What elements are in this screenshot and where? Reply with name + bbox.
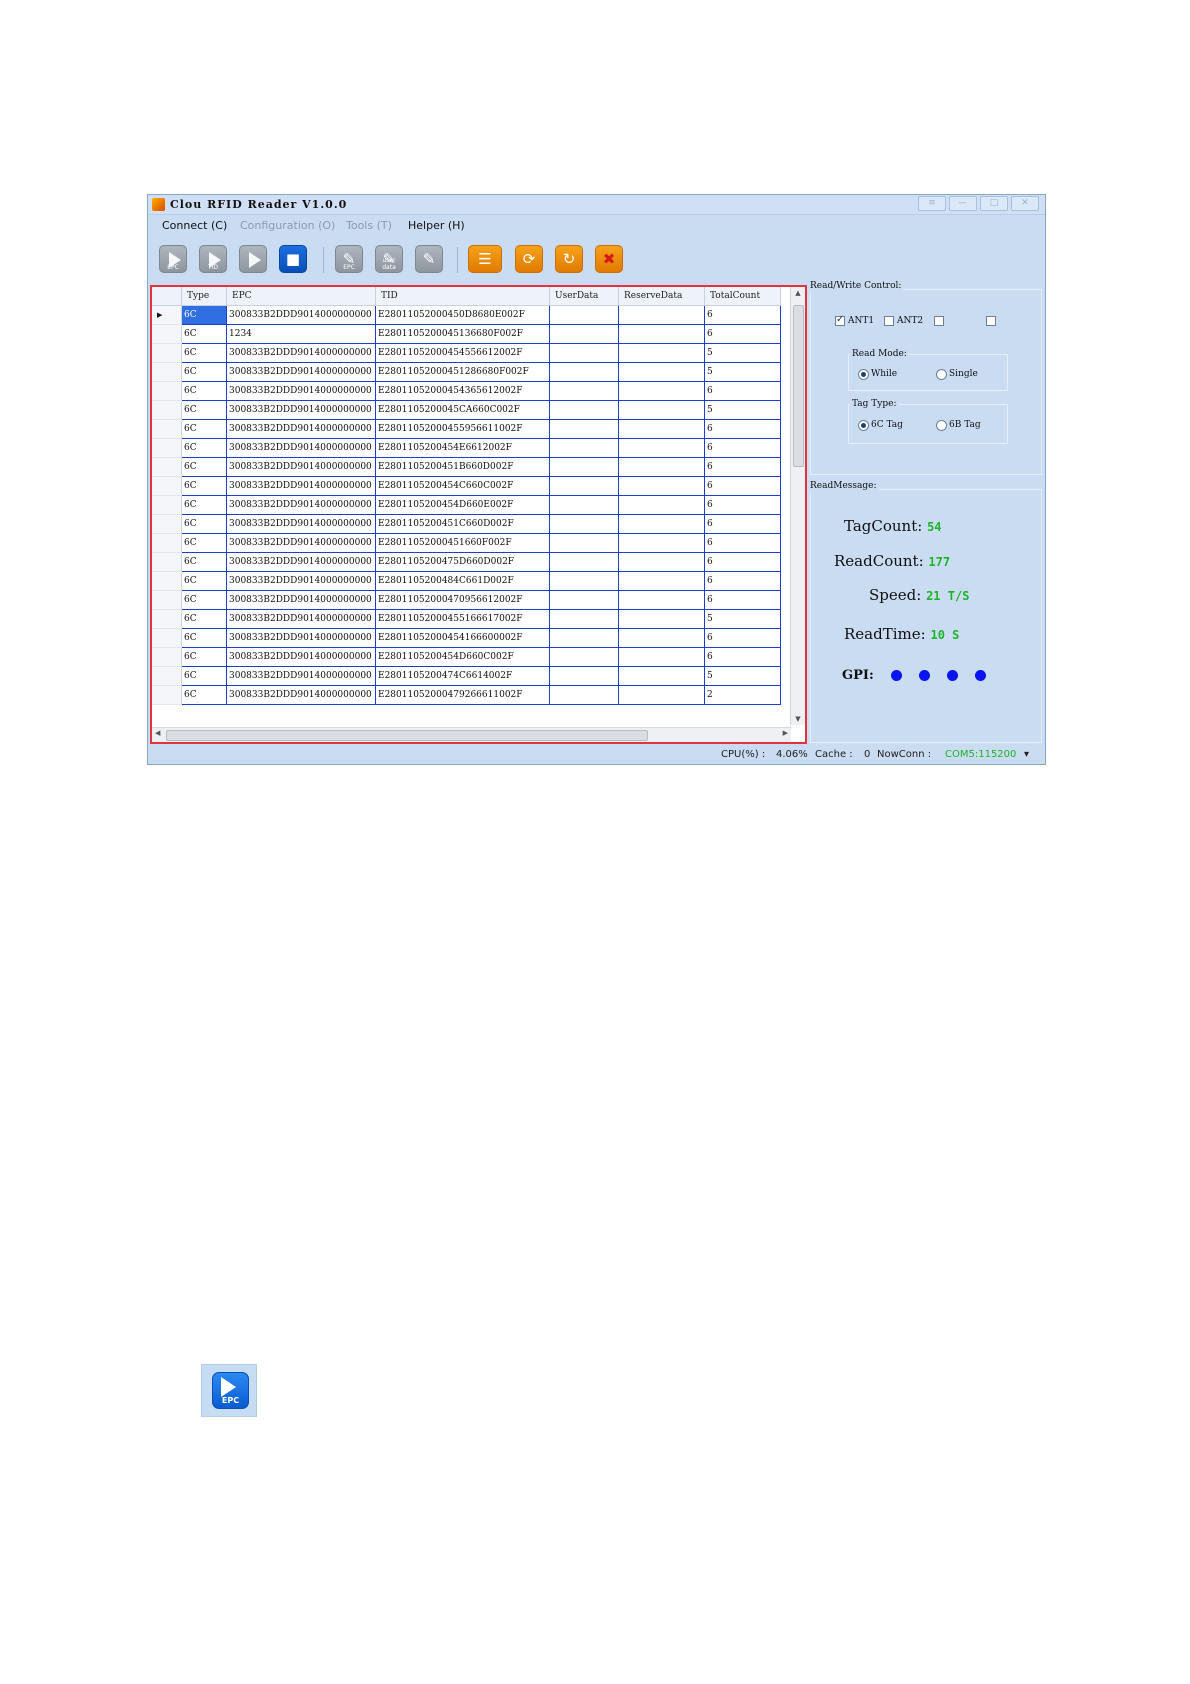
- read-mode-label: Read Mode:: [850, 349, 909, 359]
- cpu-value: 4.06%: [776, 749, 808, 760]
- clear-icon: ✖: [602, 250, 616, 268]
- epc-icon-label: EPC: [221, 1396, 240, 1405]
- connection-dropdown-icon[interactable]: ▾: [1024, 749, 1029, 760]
- clear-button[interactable]: ✖: [595, 245, 623, 273]
- mode-while-radio[interactable]: [858, 369, 869, 380]
- menu-connect[interactable]: Connect (C): [162, 219, 227, 232]
- app-logo-icon: [152, 198, 165, 211]
- read-tid-button[interactable]: TID: [199, 245, 227, 273]
- list-dropdown-button[interactable]: ☰: [468, 245, 502, 273]
- ant4-checkbox[interactable]: [986, 316, 996, 326]
- ant2-checkbox[interactable]: [884, 316, 894, 326]
- tag-type-label: Tag Type:: [850, 399, 899, 409]
- mode-single-radio[interactable]: [936, 369, 947, 380]
- reload-icon: ↻: [562, 250, 576, 268]
- toolbar: EPC TID ■ ✎ EPC ✎ user data ✎ ☰ ⟳ ↻ ✖: [148, 245, 668, 275]
- cpu-label: CPU(%) :: [721, 749, 766, 760]
- tag-count-stat: TagCount: 54: [844, 517, 942, 535]
- maximize-button[interactable]: □: [980, 196, 1008, 211]
- speed-stat: Speed: 21 T/S: [869, 586, 969, 604]
- read-button[interactable]: [239, 245, 267, 273]
- tag-count-label: TagCount:: [844, 517, 923, 535]
- write-epc-button[interactable]: ✎ EPC: [335, 245, 363, 273]
- cache-value: 0: [864, 749, 871, 760]
- write-epc-label: EPC: [343, 264, 355, 271]
- write-user-data-label: user data: [382, 257, 396, 271]
- gpi-label: GPI:: [842, 668, 874, 683]
- rw-control-label: Read/Write Control:: [808, 281, 904, 291]
- gpi-indicator-4: [975, 670, 986, 681]
- play-epc-icon: EPC: [212, 1372, 249, 1409]
- pencil-icon: ✎: [422, 250, 436, 268]
- toolbar-separator: [457, 247, 458, 273]
- ant1-label: ANT1: [848, 316, 875, 326]
- cache-label: Cache :: [815, 749, 853, 760]
- menu-helper[interactable]: Helper (H): [408, 219, 465, 232]
- reload-button[interactable]: ↻: [555, 245, 583, 273]
- write-button[interactable]: ✎: [415, 245, 443, 273]
- tag-6b-label: 6B Tag: [949, 420, 981, 430]
- play-epc-icon: EPC: [167, 264, 179, 271]
- ant2-label: ANT2: [897, 316, 924, 326]
- tag-count-value: 54: [927, 520, 942, 534]
- read-epc-button-large[interactable]: EPC: [201, 1364, 257, 1417]
- read-time-value: 10 S: [930, 628, 960, 642]
- app-window: Clou RFID Reader V1.0.0 ≡ — □ ✕ Connect …: [147, 194, 1046, 765]
- window-menu-button[interactable]: ≡: [918, 196, 946, 211]
- mode-single-label: Single: [949, 369, 978, 379]
- gpi-indicator-3: [947, 670, 958, 681]
- mode-while-label: While: [871, 369, 898, 379]
- write-user-data-button[interactable]: ✎ user data: [375, 245, 403, 273]
- tag-6c-label: 6C Tag: [871, 420, 903, 430]
- read-time-stat: ReadTime: 10 S: [844, 625, 959, 643]
- read-time-label: ReadTime:: [844, 625, 926, 643]
- tag-6c-radio[interactable]: [858, 420, 869, 431]
- menu-configuration[interactable]: Configuration (O): [240, 219, 335, 232]
- read-count-value: 177: [928, 555, 951, 569]
- read-message-label: ReadMessage:: [808, 481, 879, 491]
- ant3-checkbox[interactable]: [934, 316, 944, 326]
- read-count-label: ReadCount:: [834, 552, 924, 570]
- speed-label: Speed:: [869, 586, 922, 604]
- refresh-icon: ⟳: [522, 250, 536, 268]
- right-panel: Read/Write Control: ANT1 ANT2 Read Mode:…: [806, 275, 1046, 745]
- menu-tools[interactable]: Tools (T): [346, 219, 392, 232]
- list-icon: ☰: [478, 250, 492, 268]
- gpi-indicator-2: [919, 670, 930, 681]
- close-button[interactable]: ✕: [1011, 196, 1039, 211]
- ant1-checkbox[interactable]: [835, 314, 845, 326]
- nowconn-label: NowConn :: [877, 749, 932, 760]
- stop-icon: ■: [285, 250, 301, 268]
- highlight-frame: [150, 285, 807, 744]
- status-bar: CPU(%) : 4.06% Cache : 0 NowConn : COM5:…: [148, 746, 1045, 764]
- read-epc-button[interactable]: EPC: [159, 245, 187, 273]
- title-bar[interactable]: Clou RFID Reader V1.0.0 ≡ — □ ✕: [148, 195, 1045, 215]
- minimize-button[interactable]: —: [949, 196, 977, 211]
- nowconn-value: COM5:115200: [945, 749, 1017, 760]
- tag-6b-radio[interactable]: [936, 420, 947, 431]
- play-tid-icon: TID: [207, 264, 219, 271]
- read-count-stat: ReadCount: 177: [834, 552, 950, 570]
- menu-bar: Connect (C) Configuration (O) Tools (T) …: [148, 215, 1045, 236]
- gpi-indicator-1: [891, 670, 902, 681]
- stop-button[interactable]: ■: [279, 245, 307, 273]
- window-title: Clou RFID Reader V1.0.0: [170, 198, 348, 211]
- toolbar-separator: [323, 247, 324, 273]
- refresh-button[interactable]: ⟳: [515, 245, 543, 273]
- speed-value: 21 T/S: [926, 589, 970, 603]
